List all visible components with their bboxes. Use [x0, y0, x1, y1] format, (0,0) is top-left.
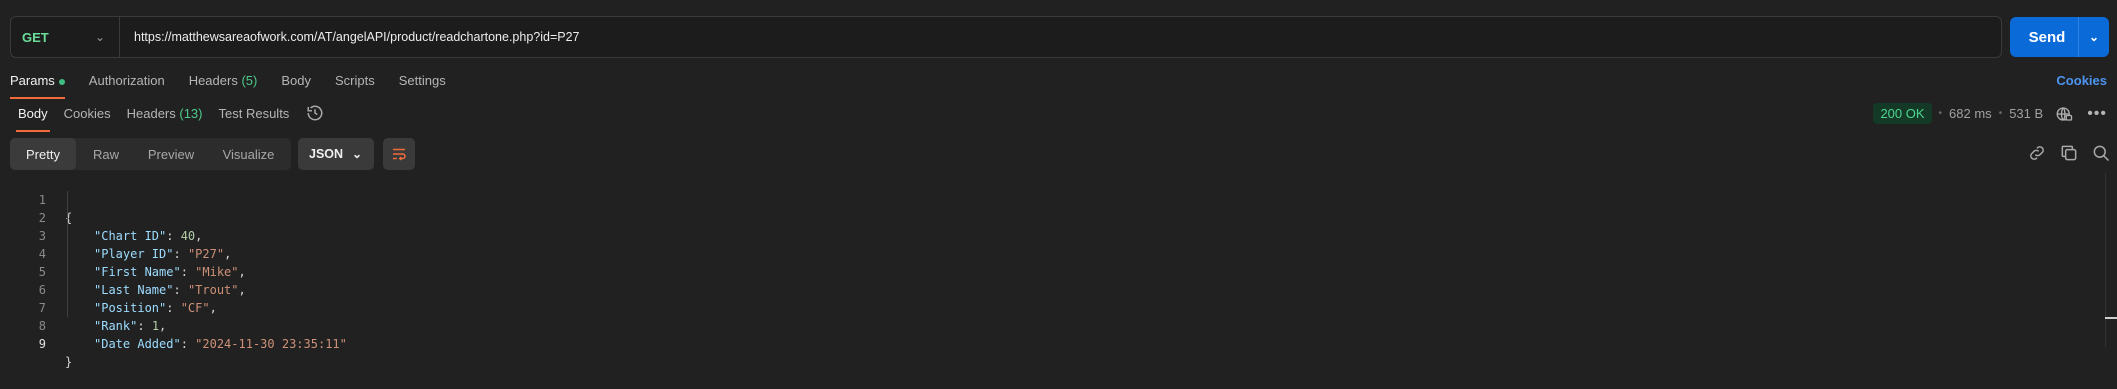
json-key: "Chart ID"	[94, 229, 167, 243]
wrap-lines-icon	[393, 148, 406, 161]
tab-scripts[interactable]: Scripts	[335, 73, 375, 93]
json-key: "Date Added"	[94, 337, 181, 351]
response-body-code[interactable]: 1 { 2 "Chart ID": 40, 3 "Player ID": "P2…	[0, 173, 347, 369]
view-visualize[interactable]: Visualize	[206, 138, 291, 170]
cookies-link[interactable]: Cookies	[2056, 73, 2107, 88]
json-key: "Rank"	[94, 319, 138, 333]
copy-icon[interactable]	[2059, 143, 2079, 163]
json-value: "Mike"	[195, 265, 239, 279]
request-tabs: Params Authorization Headers (5) Body Sc…	[10, 73, 470, 99]
view-pretty[interactable]: Pretty	[10, 138, 76, 170]
tab-params[interactable]: Params	[10, 73, 65, 99]
json-value: "CF"	[180, 301, 210, 315]
tab-body[interactable]: Body	[281, 73, 311, 93]
separator-dot: •	[1938, 108, 1943, 119]
code-text: "Chart ID": 40,	[94, 229, 203, 243]
response-tab-cookies[interactable]: Cookies	[64, 106, 111, 126]
response-status: 200 OK • 682 ms • 531 B •••	[1873, 103, 2107, 124]
response-tabs: Body Cookies Headers (13) Test Results	[16, 106, 305, 132]
method-select[interactable]: GET ⌄	[11, 17, 120, 57]
json-value: "2024-11-30 23:35:11"	[195, 337, 347, 351]
response-tab-body[interactable]: Body	[16, 106, 50, 132]
scrollbar-marker	[2105, 317, 2117, 319]
code-text: "First Name": "Mike",	[94, 265, 246, 279]
json-key: "Position"	[94, 301, 167, 315]
code-text: "Date Added": "2024-11-30 23:35:11"	[94, 337, 347, 351]
code-line: 8 "Date Added": "2024-11-30 23:35:11"	[0, 299, 347, 351]
search-icon[interactable]	[2091, 143, 2111, 163]
code-line: 1 {	[0, 173, 72, 225]
chevron-down-icon: ⌄	[351, 147, 362, 161]
more-options-icon[interactable]: •••	[2087, 105, 2107, 123]
json-value: 1	[151, 319, 160, 333]
code-line: 5 "Last Name": "Trout",	[0, 245, 246, 297]
json-key: "Player ID"	[94, 247, 174, 261]
network-globe-icon[interactable]	[2055, 105, 2073, 123]
line-number: 9	[38, 337, 46, 351]
separator-dot: •	[1998, 108, 2003, 119]
link-icon[interactable]	[2027, 143, 2047, 163]
code-text: "Rank": 1,	[94, 319, 167, 333]
json-value: 40	[180, 229, 196, 243]
indent-guide	[67, 191, 68, 317]
json-key: "Last Name"	[94, 283, 174, 297]
code-line: 4 "First Name": "Mike",	[0, 227, 246, 279]
code-line: 7 "Rank": 1,	[0, 281, 167, 333]
send-options-chevron-icon[interactable]: ⌄	[2079, 30, 2109, 44]
response-tab-test-results[interactable]: Test Results	[219, 106, 290, 126]
json-value: "P27"	[187, 247, 225, 261]
send-button[interactable]: Send ⌄	[2010, 17, 2109, 57]
wrap-lines-button[interactable]	[383, 138, 415, 170]
chevron-down-icon: ⌄	[94, 30, 105, 44]
method-label: GET	[22, 29, 49, 45]
tab-params-label: Params	[10, 73, 55, 88]
view-mode-segmented: Pretty Raw Preview Visualize	[10, 138, 291, 170]
code-line: 9 }	[0, 317, 72, 369]
send-label: Send	[2028, 28, 2066, 46]
code-text: "Position": "CF",	[94, 301, 217, 315]
response-time[interactable]: 682 ms	[1949, 106, 1992, 121]
response-size[interactable]: 531 B	[2009, 106, 2043, 121]
view-raw[interactable]: Raw	[76, 138, 136, 170]
code-text: "Player ID": "P27",	[94, 247, 232, 261]
code-line: 6 "Position": "CF",	[0, 263, 217, 315]
status-badge[interactable]: 200 OK	[1873, 103, 1932, 124]
code-line: 2 "Chart ID": 40,	[0, 191, 203, 243]
tab-headers-count: (5)	[241, 73, 258, 88]
tab-authorization[interactable]: Authorization	[89, 73, 165, 93]
json-key: "First Name"	[94, 265, 181, 279]
response-tab-headers[interactable]: Headers (13)	[127, 106, 203, 126]
json-value: "Trout"	[187, 283, 239, 297]
url-input[interactable]: https://matthewsareaofwork.com/AT/angelA…	[120, 30, 580, 44]
params-indicator-dot	[58, 78, 65, 85]
response-tab-headers-label: Headers	[126, 106, 176, 121]
history-icon[interactable]	[306, 104, 324, 122]
code-scrollbar[interactable]	[2105, 173, 2117, 347]
code-text: "Last Name": "Trout",	[94, 283, 246, 297]
response-tools	[2027, 143, 2111, 163]
view-preview[interactable]: Preview	[136, 138, 206, 170]
code-line: 3 "Player ID": "P27",	[0, 209, 232, 261]
close-brace: }	[65, 355, 73, 369]
request-bar: GET ⌄ https://matthewsareaofwork.com/AT/…	[10, 16, 2002, 58]
format-select[interactable]: JSON ⌄	[298, 138, 374, 170]
format-label: JSON	[309, 147, 344, 161]
response-tab-headers-count: (13)	[179, 106, 203, 121]
tab-headers[interactable]: Headers (5)	[189, 73, 258, 93]
tab-headers-label: Headers	[188, 73, 238, 88]
tab-settings[interactable]: Settings	[399, 73, 446, 93]
